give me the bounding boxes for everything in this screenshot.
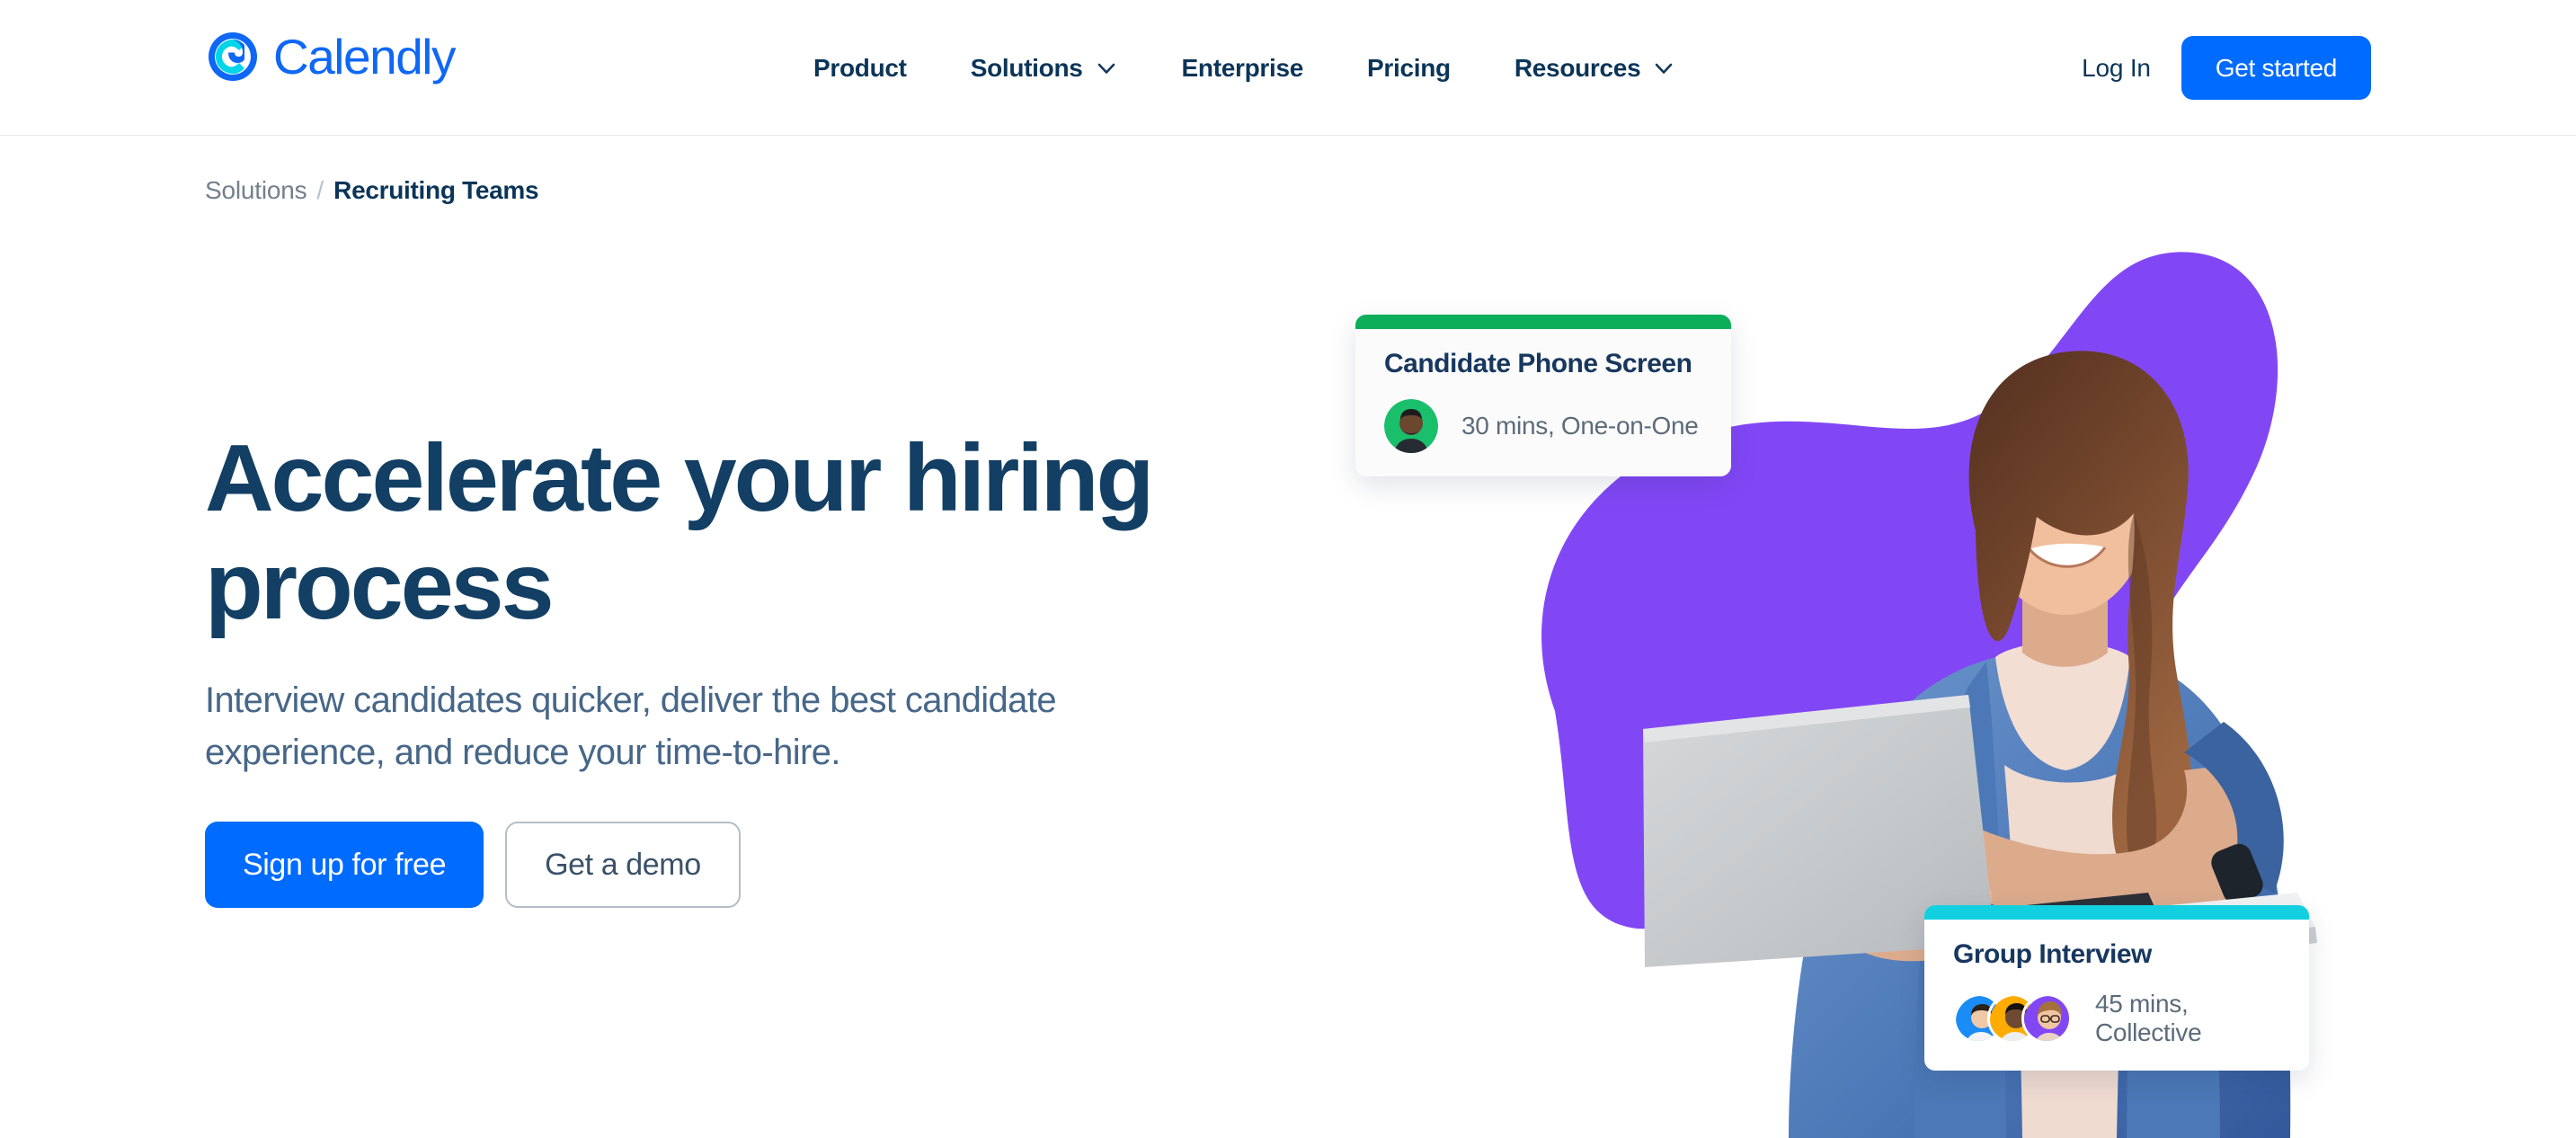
card-accent-bar — [1355, 315, 1731, 329]
get-a-demo-button[interactable]: Get a demo — [505, 822, 741, 908]
nav-item-resources[interactable]: Resources — [1515, 54, 1676, 83]
event-card-candidate-phone-screen[interactable]: Candidate Phone Screen 30 mins, One-on-O… — [1355, 315, 1731, 476]
card-meta: 30 mins, One-on-One — [1461, 412, 1699, 440]
nav-item-label: Enterprise — [1181, 53, 1304, 82]
nav-item-pricing[interactable]: Pricing — [1367, 54, 1451, 83]
nav-item-label: Solutions — [970, 53, 1083, 82]
page-title: Accelerate your hiring process — [205, 425, 1154, 639]
event-card-group-interview[interactable]: Group Interview 45 mins, Collective — [1924, 905, 2309, 1071]
breadcrumb-separator: / — [316, 176, 324, 204]
calendly-logo[interactable]: Calendly — [205, 28, 457, 84]
avatar-group — [1953, 993, 2072, 1044]
breadcrumb: Solutions / Recruiting Teams — [205, 176, 539, 205]
primary-navigation: Product Solutions Enterprise Pricing Res… — [813, 0, 1675, 136]
avatar — [1384, 399, 1438, 453]
nav-item-label: Pricing — [1367, 53, 1451, 82]
site-header: Calendly Product Solutions Enterprise Pr… — [0, 0, 2576, 136]
chevron-down-icon — [1095, 57, 1118, 80]
nav-item-enterprise[interactable]: Enterprise — [1182, 54, 1304, 83]
chevron-down-icon — [1652, 57, 1675, 80]
logo-wordmark: Calendly — [273, 28, 457, 84]
header-actions: Log In Get started — [2082, 0, 2371, 136]
avatar — [2021, 993, 2072, 1044]
breadcrumb-current: Recruiting Teams — [333, 176, 539, 204]
hero-cta-group: Sign up for free Get a demo — [205, 822, 1185, 908]
get-started-button[interactable]: Get started — [2181, 36, 2371, 100]
nav-item-label: Product — [813, 53, 907, 82]
nav-item-solutions[interactable]: Solutions — [971, 54, 1118, 83]
card-meta: 45 mins, Collective — [2095, 990, 2202, 1046]
calendly-c-icon — [205, 29, 261, 84]
card-title: Candidate Phone Screen — [1384, 349, 1692, 378]
nav-item-product[interactable]: Product — [813, 54, 907, 83]
log-in-link[interactable]: Log In — [2082, 54, 2151, 83]
card-accent-bar — [1924, 905, 2309, 920]
hero-subtitle: Interview candidates quicker, deliver th… — [205, 680, 1057, 772]
card-title: Group Interview — [1953, 939, 2152, 969]
nav-item-label: Resources — [1514, 53, 1641, 82]
hero-content: Accelerate your hiring process Interview… — [205, 424, 1185, 908]
breadcrumb-parent-link[interactable]: Solutions — [205, 176, 307, 205]
sign-up-for-free-button[interactable]: Sign up for free — [205, 822, 484, 908]
